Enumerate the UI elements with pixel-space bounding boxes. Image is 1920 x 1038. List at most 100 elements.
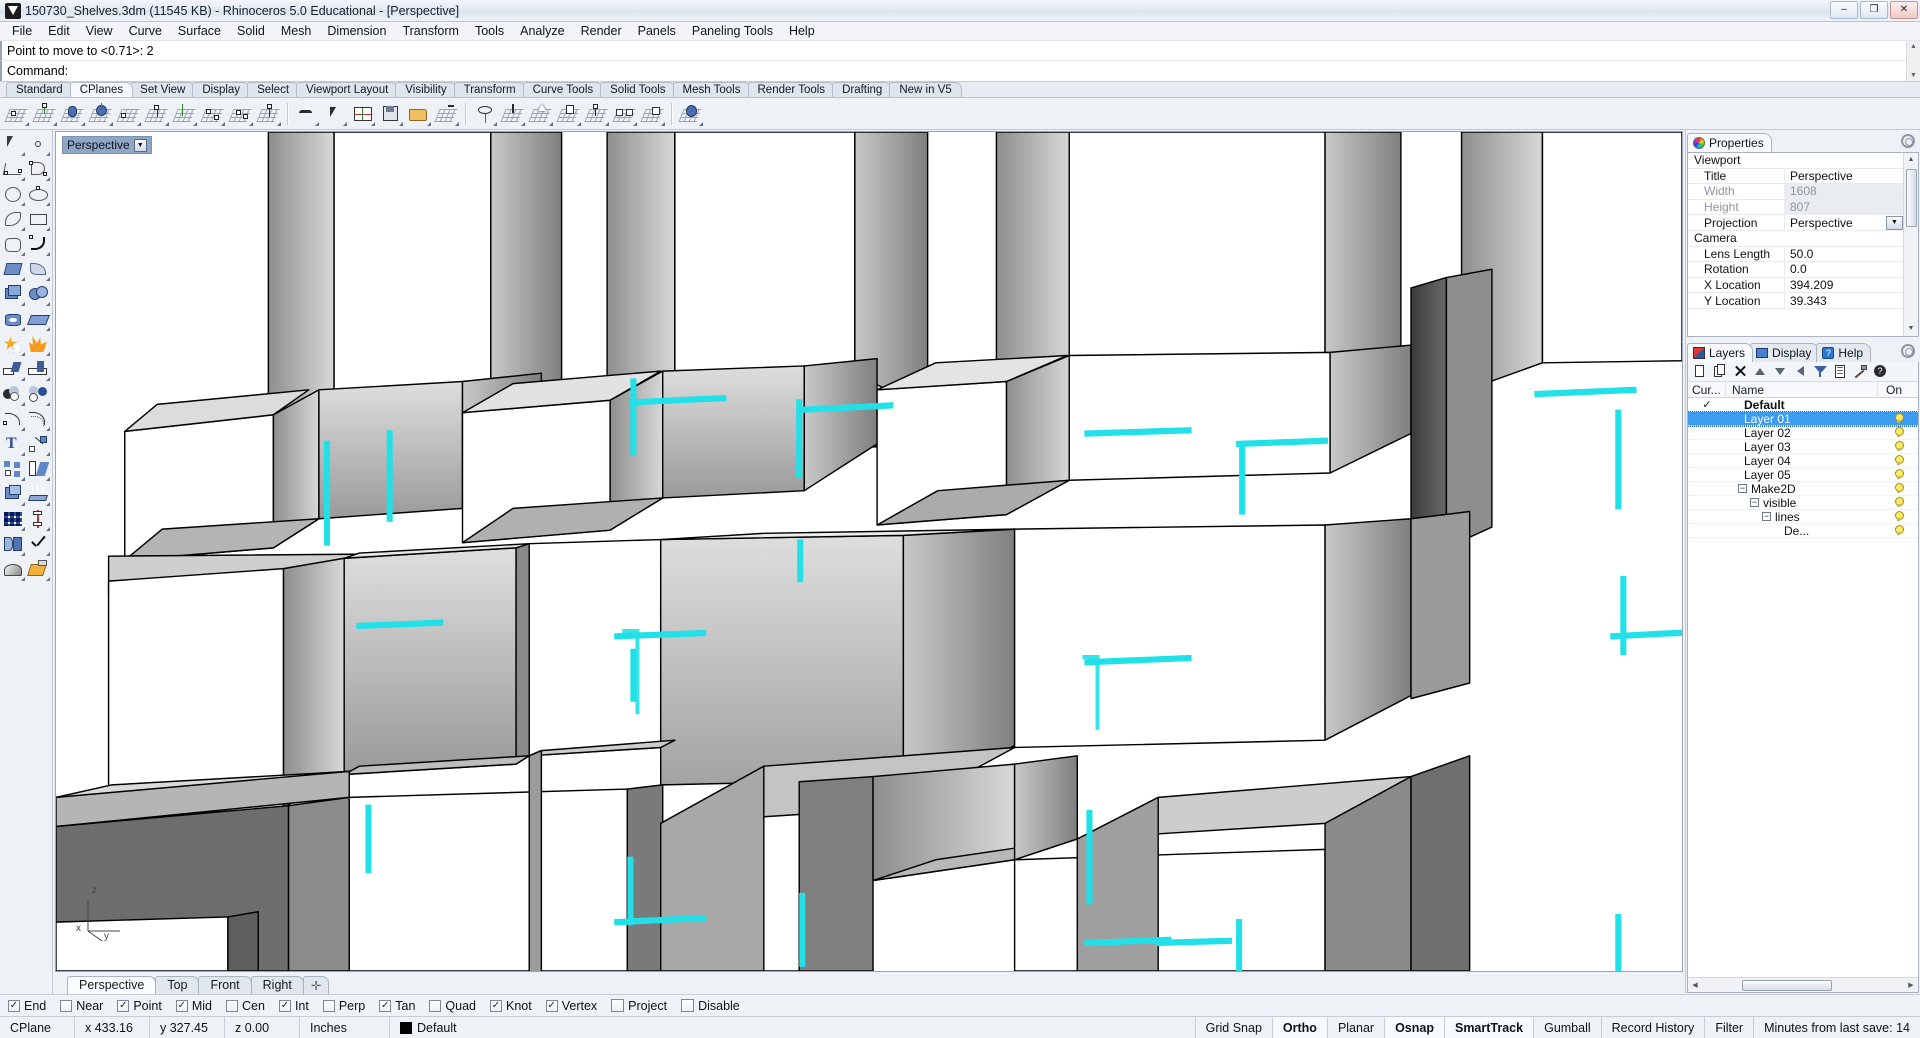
cursor-arrow-icon[interactable]	[322, 101, 348, 127]
scrollbar-thumb[interactable]	[1905, 169, 1917, 227]
sphere-icon[interactable]	[26, 282, 51, 307]
rectangle-icon[interactable]	[26, 207, 51, 232]
layer-current-check[interactable]: ✓	[1688, 398, 1726, 411]
viewport-tab-add-button[interactable]: ✛	[302, 976, 330, 994]
curve-fillet-icon[interactable]	[1, 407, 26, 432]
toolbar-tab-standard[interactable]: Standard	[6, 82, 73, 97]
toolbar-tab-new-in-v5[interactable]: New in V5	[889, 82, 962, 97]
status-cplane[interactable]: CPlane	[0, 1017, 75, 1038]
polyline-icon[interactable]	[1, 157, 26, 182]
move-left-icon[interactable]	[1793, 364, 1808, 379]
layer-row-layer-05[interactable]: Layer 05	[1688, 468, 1918, 482]
toolbar-tab-visibility[interactable]: Visibility	[395, 82, 457, 97]
solid-tools-icon[interactable]	[1, 482, 26, 507]
cplane-next-icon[interactable]	[256, 101, 282, 127]
lightbulb-icon[interactable]	[1894, 511, 1904, 522]
osnap-knot-checkbox[interactable]: ✓	[490, 999, 502, 1012]
toolbar-tab-drafting[interactable]: Drafting	[832, 82, 893, 97]
osnap-quad[interactable]: Quad	[429, 999, 476, 1013]
scroll-left-icon[interactable]: ◀	[1688, 981, 1702, 989]
chevron-down-icon[interactable]: ▼	[133, 138, 147, 152]
point-object-icon[interactable]	[26, 132, 51, 157]
lightbulb-icon[interactable]	[1894, 441, 1904, 452]
menu-item-render[interactable]: Render	[573, 23, 630, 39]
lightbulb-icon[interactable]	[1894, 483, 1904, 494]
scroll-up-icon[interactable]: ▲	[1908, 153, 1915, 167]
save-cplane-icon[interactable]	[378, 101, 404, 127]
column-header-on[interactable]: On	[1878, 382, 1918, 397]
osnap-end-checkbox[interactable]: ✓	[8, 999, 20, 1012]
status-toggle-smarttrack[interactable]: SmartTrack	[1444, 1017, 1535, 1038]
cplane-perpendicular-icon[interactable]	[144, 101, 170, 127]
layer-row-layer-03[interactable]: Layer 03	[1688, 440, 1918, 454]
scroll-down-icon[interactable]: ▼	[1908, 322, 1915, 336]
cplane-surface-icon[interactable]	[88, 101, 114, 127]
osnap-knot[interactable]: ✓ Knot	[490, 999, 532, 1013]
command-scrollbar[interactable]: ▲ ▼	[1906, 41, 1920, 81]
toolbar-tab-curve-tools[interactable]: Curve Tools	[522, 82, 604, 97]
maximize-button[interactable]: ❐	[1860, 1, 1888, 19]
layer-row-layer-02[interactable]: Layer 02	[1688, 426, 1918, 440]
cplane-vertical-icon[interactable]	[172, 101, 198, 127]
boolean-union-icon[interactable]	[1, 332, 26, 357]
split-icon[interactable]	[26, 357, 51, 382]
osnap-vertex-checkbox[interactable]: ✓	[545, 999, 558, 1012]
boolean-ops-icon[interactable]	[1, 382, 26, 407]
cplane-z-down-icon[interactable]	[500, 101, 526, 127]
layer-row-default[interactable]: ✓ Default	[1688, 398, 1918, 412]
move-up-icon[interactable]	[1753, 364, 1768, 379]
layer-row-layer-04[interactable]: Layer 04	[1688, 454, 1918, 468]
array-icon[interactable]	[26, 457, 51, 482]
circle-icon[interactable]	[1, 182, 26, 207]
layers-list[interactable]: ✓ Default Layer 01 Layer 02 Layer 03 Lay…	[1688, 398, 1918, 977]
copy-layer-icon[interactable]	[1713, 364, 1728, 379]
layer-row-lines[interactable]: − lines	[1688, 510, 1918, 524]
restore-cplane-icon[interactable]	[406, 101, 432, 127]
cplane-origin-icon[interactable]	[4, 101, 30, 127]
osnap-near-checkbox[interactable]	[60, 999, 73, 1012]
menu-item-transform[interactable]: Transform	[394, 23, 467, 39]
group-icon[interactable]	[1, 457, 26, 482]
property-row-y-location[interactable]: Y Location 39.343	[1688, 293, 1903, 309]
menu-item-solid[interactable]: Solid	[229, 23, 273, 39]
osnap-near[interactable]: Near	[60, 999, 103, 1013]
osnap-disable-checkbox[interactable]	[681, 999, 695, 1012]
toolbar-tab-transform[interactable]: Transform	[453, 82, 526, 97]
perspective-viewport[interactable]: Perspective ▼ z x y	[55, 131, 1683, 972]
property-row-rotation[interactable]: Rotation 0.0	[1688, 262, 1903, 278]
layer-row-visible[interactable]: − visible	[1688, 496, 1918, 510]
layer-on-cell[interactable]	[1878, 441, 1918, 452]
property-value-x-location[interactable]: 394.209	[1784, 277, 1903, 293]
check-icon[interactable]	[26, 532, 51, 557]
osnap-perp-checkbox[interactable]	[322, 999, 335, 1012]
cplane-3point-icon[interactable]	[32, 101, 58, 127]
status-units[interactable]: Inches	[300, 1017, 390, 1038]
cplane-z-up-icon[interactable]	[528, 101, 554, 127]
status-toggle-gumball[interactable]: Gumball	[1534, 1017, 1602, 1038]
property-value-rotation[interactable]: 0.0	[1784, 262, 1903, 277]
cplane-elevation-icon[interactable]	[228, 101, 254, 127]
extrude-icon[interactable]	[26, 482, 51, 507]
layer-properties-icon[interactable]	[1833, 364, 1848, 379]
command-scroll-up-icon[interactable]: ▲	[1907, 41, 1920, 52]
status-toggle-record-history[interactable]: Record History	[1602, 1017, 1706, 1038]
menu-item-analyze[interactable]: Analyze	[512, 23, 572, 39]
lightbulb-icon[interactable]	[1894, 455, 1904, 466]
layer-help-icon[interactable]: ?	[1873, 364, 1888, 379]
close-button[interactable]: ✕	[1890, 1, 1918, 19]
lightbulb-icon[interactable]	[1894, 497, 1904, 508]
osnap-perp[interactable]: Perp	[322, 999, 365, 1013]
osnap-int[interactable]: ✓ Int	[278, 999, 309, 1013]
viewport-tab-top[interactable]: Top	[155, 976, 200, 994]
collapse-expander-icon[interactable]: −	[1750, 498, 1759, 507]
cplane-curve-icon[interactable]	[116, 101, 142, 127]
cplane-sphere-icon[interactable]	[678, 101, 704, 127]
collapse-expander-icon[interactable]: −	[1762, 512, 1771, 521]
ellipse-icon[interactable]	[26, 182, 51, 207]
circles-group-icon[interactable]	[26, 382, 51, 407]
layers-panel-gear-icon[interactable]	[1901, 344, 1915, 358]
osnap-cen-checkbox[interactable]	[226, 999, 238, 1012]
mesh-plane-icon[interactable]	[26, 307, 51, 332]
cplane-rotate-icon[interactable]	[200, 101, 226, 127]
status-toggle-filter[interactable]: Filter	[1705, 1017, 1755, 1038]
